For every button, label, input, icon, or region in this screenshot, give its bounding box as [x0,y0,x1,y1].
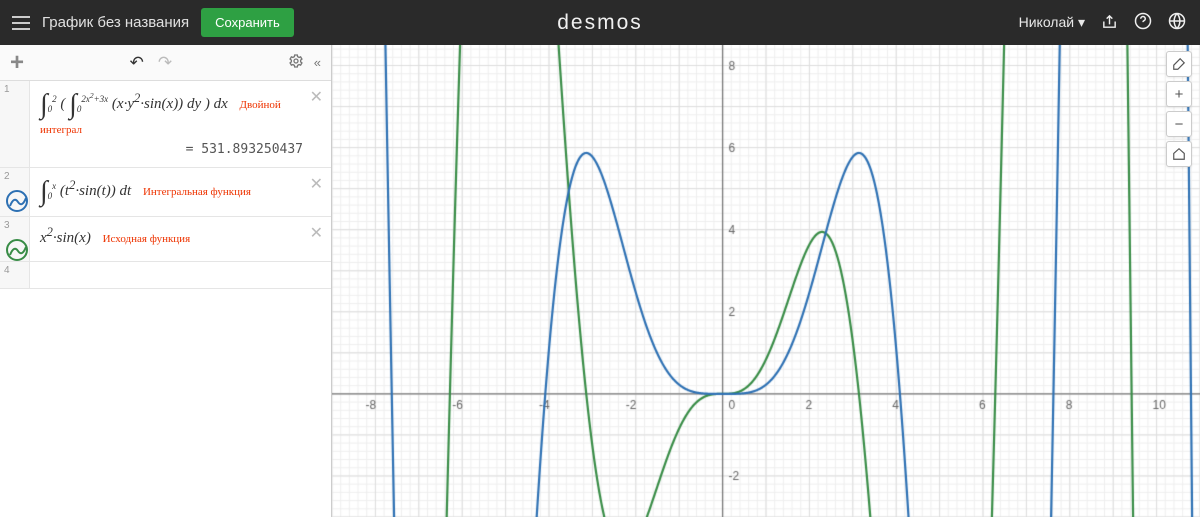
zoom-out-button[interactable]: − [1166,111,1192,137]
add-expression-button[interactable]: + [10,49,24,77]
caret-down-icon: ▾ [1078,14,1085,30]
expression-math[interactable]: ∫0x (t2·sin(t)) dt [40,183,135,199]
expression-sidebar: + ↶ ↷ « 1 ✕ ∫02 ( ∫02x2+3x (x·y2·sin(x))… [0,45,332,517]
expression-index: 3 [0,217,30,261]
redo-button[interactable]: ↷ [158,53,172,73]
expression-row[interactable]: 3 ✕ x2·sin(x) Исходная функция [0,217,331,262]
expression-row[interactable]: 1 ✕ ∫02 ( ∫02x2+3x (x·y2·sin(x)) dy ) dx… [0,81,331,168]
share-icon[interactable] [1101,13,1118,33]
app-header: График без названия Сохранить desmos Ник… [0,0,1200,45]
expression-label: Исходная функция [103,233,191,245]
hamburger-menu[interactable] [0,0,42,45]
sidebar-toolbar: + ↶ ↷ « [0,45,331,81]
graph-panel[interactable]: + − [332,45,1200,517]
delete-expression-icon[interactable]: ✕ [310,174,323,194]
user-menu[interactable]: Николай ▾ [1019,14,1085,31]
settings-gear-icon[interactable] [288,53,304,72]
expression-row[interactable]: 4 [0,262,331,289]
color-swatch-icon[interactable] [6,190,28,212]
delete-expression-icon[interactable]: ✕ [310,87,323,107]
zoom-in-button[interactable]: + [1166,81,1192,107]
help-icon[interactable] [1134,12,1152,33]
save-button[interactable]: Сохранить [201,8,294,37]
graph-canvas[interactable] [332,45,1200,517]
expression-result: = 531.893250437 [40,138,321,159]
language-icon[interactable] [1168,12,1186,33]
expression-label: Интегральная функция [143,186,251,198]
expression-math[interactable]: x2·sin(x) [40,230,95,246]
undo-button[interactable]: ↶ [130,53,144,73]
expression-row[interactable]: 2 ✕ ∫0x (t2·sin(t)) dt Интегральная функ… [0,168,331,217]
home-button[interactable] [1166,141,1192,167]
expression-math[interactable] [30,262,331,288]
expression-list: 1 ✕ ∫02 ( ∫02x2+3x (x·y2·sin(x)) dy ) dx… [0,81,331,517]
collapse-sidebar-icon[interactable]: « [314,55,321,70]
graph-settings-icon[interactable] [1166,51,1192,77]
brand-logo: desmos [557,11,643,35]
expression-math[interactable]: ∫02 ( ∫02x2+3x (x·y2·sin(x)) dy ) dx [40,96,232,112]
color-swatch-icon[interactable] [6,239,28,261]
expression-index: 4 [0,262,30,288]
delete-expression-icon[interactable]: ✕ [310,223,323,243]
expression-index: 1 [0,81,30,167]
graph-title[interactable]: График без названия [42,14,189,31]
expression-index: 2 [0,168,30,216]
